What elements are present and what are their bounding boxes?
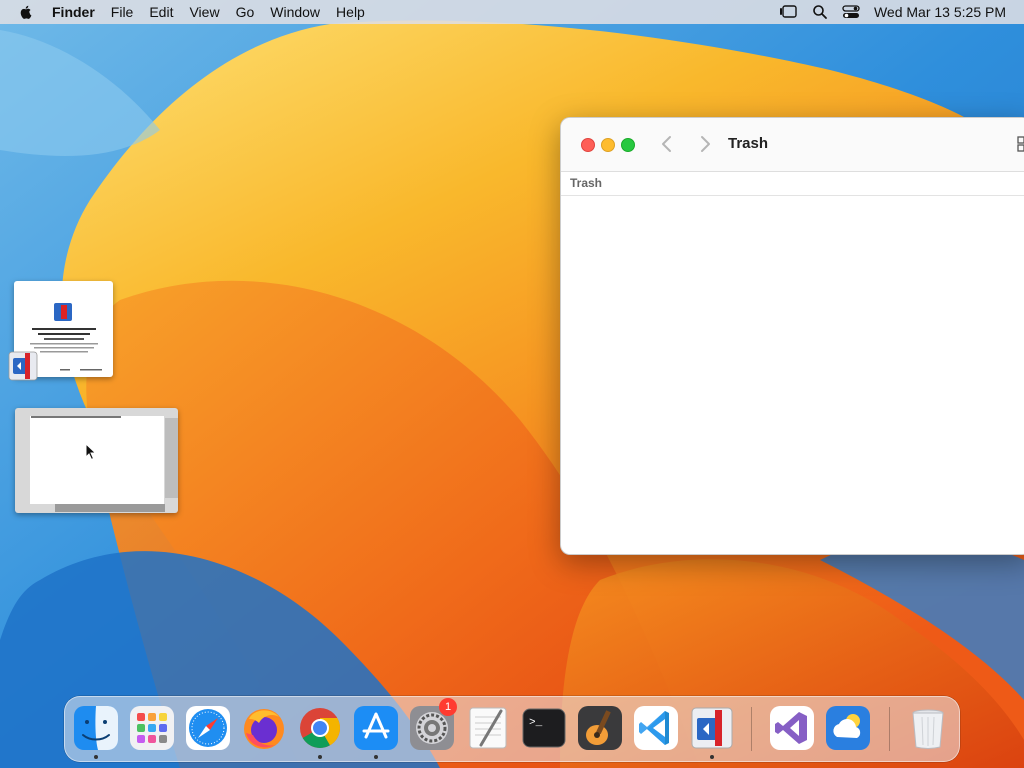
- svg-text:>_: >_: [529, 717, 543, 729]
- app-store-icon: [354, 706, 398, 750]
- trash-content-area[interactable]: [561, 196, 1024, 554]
- visual-studio-icon: [770, 706, 814, 750]
- notification-badge: 1: [439, 698, 457, 716]
- window-titlebar[interactable]: Trash: [561, 118, 1024, 172]
- terminal-icon: >_: [522, 708, 566, 748]
- maximize-button[interactable]: [621, 138, 635, 152]
- forward-button[interactable]: [695, 134, 715, 154]
- parallels-running-indicator: [710, 755, 714, 759]
- firefox-icon: [244, 709, 284, 749]
- textedit-icon: [469, 707, 507, 749]
- menu-view[interactable]: View: [189, 4, 219, 20]
- back-button[interactable]: [657, 134, 677, 154]
- menu-file[interactable]: File: [111, 4, 134, 20]
- stage-manager-window-parallels[interactable]: [8, 281, 113, 381]
- spotlight-search-icon[interactable]: [812, 4, 828, 20]
- dock-launchpad[interactable]: [129, 705, 175, 751]
- dock-vscode[interactable]: [633, 705, 679, 751]
- dock-visual-studio[interactable]: [769, 705, 815, 751]
- parallels-icon: [691, 707, 733, 749]
- path-bar: Trash: [561, 172, 1024, 196]
- chrome-icon: [300, 708, 340, 748]
- finder-running-indicator: [94, 755, 98, 759]
- menu-window[interactable]: Window: [270, 4, 320, 20]
- control-center-icon[interactable]: [842, 4, 860, 20]
- minimize-button[interactable]: [601, 138, 615, 152]
- finder-window[interactable]: Trash Trash: [560, 117, 1024, 555]
- trash-icon: [912, 709, 944, 749]
- dock-trash[interactable]: [905, 705, 951, 751]
- dock-safari[interactable]: [185, 705, 231, 751]
- launchpad-icon: [130, 706, 174, 750]
- chrome-running-indicator: [318, 755, 322, 759]
- dock-separator: [751, 707, 752, 751]
- menu-clock[interactable]: Wed Mar 13 5:25 PM: [874, 4, 1006, 20]
- vscode-icon: [634, 706, 678, 750]
- stage-manager-icon[interactable]: [778, 4, 798, 20]
- menu-go[interactable]: Go: [236, 4, 255, 20]
- finder-icon: [74, 706, 118, 750]
- dock-app-store[interactable]: [353, 705, 399, 751]
- safari-icon: [186, 706, 230, 750]
- menu-help[interactable]: Help: [336, 4, 365, 20]
- path-label[interactable]: Trash: [570, 176, 602, 190]
- dock-finder[interactable]: [73, 705, 119, 751]
- window-title: Trash: [728, 135, 769, 152]
- dock-terminal[interactable]: >_: [521, 705, 567, 751]
- menu-edit[interactable]: Edit: [149, 4, 173, 20]
- app-store-running-indicator: [374, 755, 378, 759]
- dock-weather[interactable]: [825, 705, 871, 751]
- mouse-cursor-icon: [85, 443, 97, 461]
- menu-app-name[interactable]: Finder: [52, 4, 95, 20]
- parallels-icon: [8, 349, 38, 383]
- weather-icon: [826, 706, 870, 750]
- dock-chrome[interactable]: [297, 705, 343, 751]
- dock-garageband[interactable]: [577, 705, 623, 751]
- dock-textedit[interactable]: [465, 705, 511, 751]
- dock-system-settings[interactable]: 1: [409, 698, 457, 751]
- dock-separator: [889, 707, 890, 751]
- close-button[interactable]: [581, 138, 595, 152]
- dock: 1 >_: [64, 696, 960, 762]
- garageband-icon: [578, 706, 622, 750]
- menu-bar: Finder File Edit View Go Window Help Wed…: [0, 0, 1024, 24]
- grid-view-icon[interactable]: [1017, 135, 1024, 153]
- dock-parallels[interactable]: [689, 705, 735, 751]
- dock-firefox[interactable]: [241, 705, 287, 751]
- apple-menu-icon[interactable]: [18, 4, 34, 20]
